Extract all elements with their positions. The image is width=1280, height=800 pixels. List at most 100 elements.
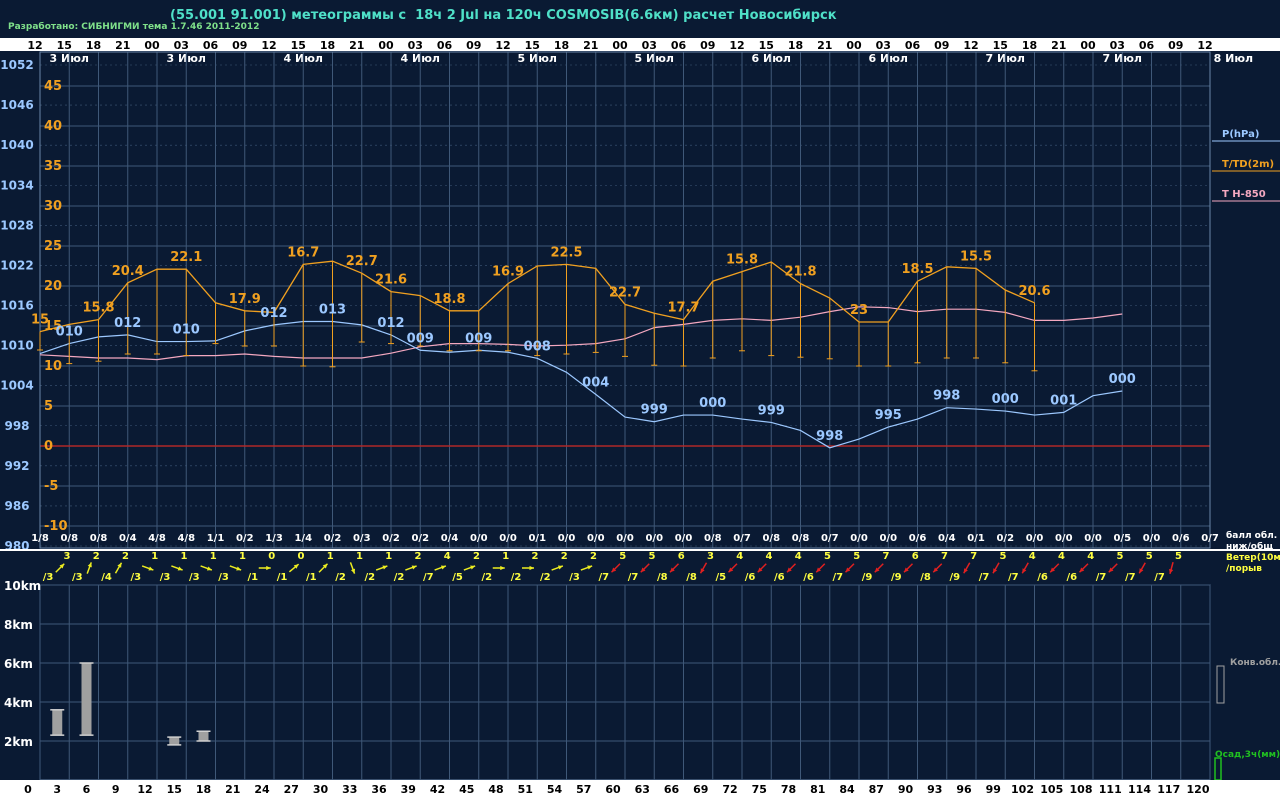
temperature-data-label: 16.9: [492, 265, 524, 280]
cloud-cover-cell: 0/0: [616, 533, 634, 544]
cloud-cover-cell: 0/8: [90, 533, 108, 544]
hour-tick-label: 00: [1080, 39, 1096, 52]
wind-gust-label: /8: [657, 572, 668, 583]
wind-gust-label: /7: [1008, 572, 1019, 583]
forecast-hour-label: 18: [196, 783, 211, 796]
pressure-tick-label: 1010: [0, 339, 33, 353]
cloud-cover-cell: 0/0: [850, 533, 868, 544]
wind-speed-label: 0: [298, 551, 305, 562]
cloud-cover-cell: 1/8: [31, 533, 49, 544]
cloud-cover-cell: 0/0: [558, 533, 576, 544]
cloud-cover-cell: 0/0: [470, 533, 488, 544]
cloud-cover-cell: 0/8: [762, 533, 780, 544]
conv-cloud-bar: [198, 731, 209, 741]
temperature-data-label: 18.8: [433, 292, 465, 307]
temperature-data-label: 22.7: [609, 285, 641, 300]
cloud-cover-cell: 0/2: [236, 533, 254, 544]
cloud-cover-cell: 0/0: [587, 533, 605, 544]
conv-legend-swatch: [1216, 665, 1225, 704]
hour-tick-label: 21: [583, 39, 598, 52]
forecast-hour-label: 120: [1187, 783, 1210, 796]
wind-speed-label: 4: [736, 551, 743, 562]
forecast-hour-label: 81: [810, 783, 825, 796]
wind-arrowhead: [440, 565, 446, 570]
cloud-cover-cell: 4/8: [177, 533, 195, 544]
height-tick-label: 8km: [4, 618, 33, 632]
forecast-hour-label: 57: [576, 783, 591, 796]
precip-legend-swatch: [1214, 757, 1222, 781]
pressure-data-label: 001: [1050, 393, 1077, 408]
wind-gust-label: /4: [101, 572, 112, 583]
pressure-tick-label: 1046: [0, 98, 33, 112]
forecast-hour-label: 27: [284, 783, 299, 796]
temp-tick-label: 45: [44, 79, 62, 94]
forecast-hour-label: 15: [167, 783, 182, 796]
temperature-data-label: 15: [31, 313, 49, 328]
wind-speed-label: 5: [649, 551, 656, 562]
temp-tick-label: 35: [44, 159, 62, 174]
wind-gust-label: /1: [306, 572, 317, 583]
series-line-pressure: [39, 320, 1123, 449]
forecast-hour-label: 24: [254, 783, 270, 796]
wind-label: /порыв: [1226, 564, 1262, 574]
height-tick-label: 10km: [4, 579, 41, 593]
wind-gust-label: /7: [1096, 572, 1107, 583]
hour-tick-label: 09: [232, 39, 247, 52]
conv-cloud-bar: [81, 663, 92, 736]
forecast-hour-label: 36: [371, 783, 387, 796]
wind-speed-label: 4: [795, 551, 802, 562]
wind-gust-label: /6: [1037, 572, 1048, 583]
cloud-cover-cell: 1/1: [207, 533, 225, 544]
wind-gust-label: /1: [277, 572, 288, 583]
wind-speed-label: 5: [1000, 551, 1007, 562]
cloud-cover-cell: 0/6: [909, 533, 927, 544]
hour-tick-label: 09: [934, 39, 949, 52]
pressure-data-label: 012: [377, 316, 404, 331]
hour-tick-label: 00: [378, 39, 394, 52]
pressure-data-label: 009: [465, 331, 492, 346]
hour-tick-label: 18: [86, 39, 101, 52]
temp-tick-label: 40: [44, 119, 62, 134]
cloud-cover-cell: 0/0: [1026, 533, 1044, 544]
cloud-cover-cell: 4/8: [148, 533, 166, 544]
temperature-data-label: 17.9: [229, 292, 261, 307]
cloud-cover-cell: 0/0: [645, 533, 663, 544]
wind-gust-label: /2: [481, 572, 492, 583]
wind-gust-label: /8: [686, 572, 697, 583]
temp-tick-label: -5: [44, 479, 58, 494]
hour-tick-label: 15: [291, 39, 306, 52]
wind-arrowhead: [382, 565, 388, 570]
wind-gust-label: /7: [1125, 572, 1136, 583]
wind-speed-label: 2: [415, 551, 422, 562]
temperature-data-label: 20.6: [1018, 284, 1050, 299]
pressure-tick-label: 1040: [0, 138, 33, 152]
wind-speed-label: 4: [444, 551, 451, 562]
wind-arrowhead: [236, 566, 242, 571]
hour-tick-label: 15: [759, 39, 774, 52]
pressure-tick-label: 1022: [0, 258, 33, 272]
cloud-cover-cell: 0/7: [821, 533, 839, 544]
wind-arrowhead: [350, 568, 356, 574]
wind-speed-label: 7: [941, 551, 948, 562]
wind-gust-label: /5: [452, 572, 463, 583]
temperature-data-label: 22.5: [550, 245, 582, 260]
cloud-cover-cell: 0/4: [938, 533, 956, 544]
forecast-hour-label: 111: [1099, 783, 1122, 796]
forecast-hour-label: 102: [1011, 783, 1034, 796]
pressure-tick-label: 1028: [0, 218, 33, 232]
forecast-hour-label: 39: [401, 783, 416, 796]
hour-tick-label: 12: [729, 39, 744, 52]
cloud-cover-cell: 0/0: [1084, 533, 1102, 544]
wind-arrowhead: [529, 565, 534, 571]
forecast-hour-label: 60: [605, 783, 621, 796]
hour-tick-label: 03: [642, 39, 657, 52]
cloud-cover-label: балл обл.: [1226, 530, 1277, 541]
hour-tick-label: 15: [993, 39, 1008, 52]
hour-tick-label: 18: [554, 39, 569, 52]
forecast-hour-label: 105: [1040, 783, 1063, 796]
forecast-hour-label: 93: [927, 783, 942, 796]
cloud-cover-cell: 0/1: [528, 533, 546, 544]
hour-tick-label: 18: [320, 39, 335, 52]
date-label: 8 Июл: [1214, 52, 1253, 65]
cloud-cover-cell: 1/4: [294, 533, 312, 544]
